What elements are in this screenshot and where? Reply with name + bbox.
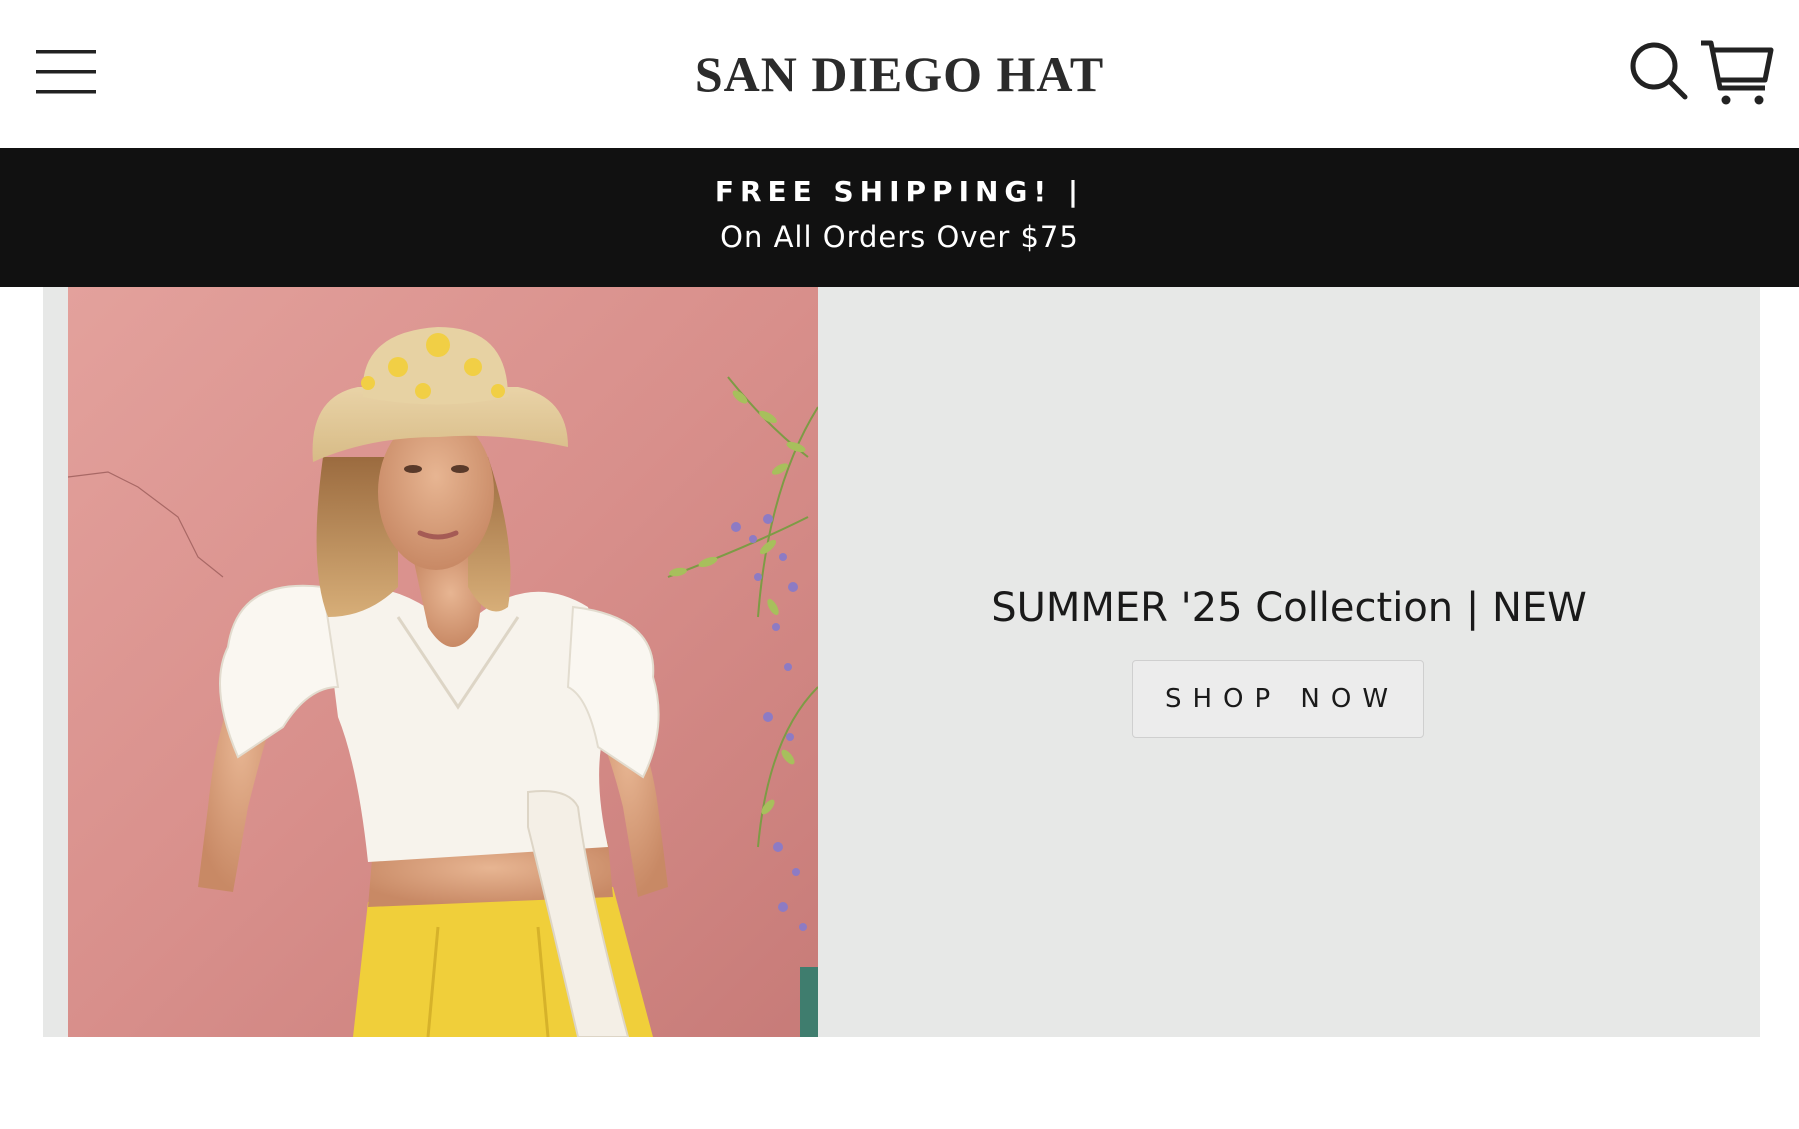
announcement-bar: FREE SHIPPING! | On All Orders Over $75 [0, 148, 1799, 287]
shop-now-button[interactable]: SHOP NOW [1132, 660, 1424, 738]
search-icon[interactable] [1628, 40, 1690, 102]
site-header: SAN DIEGO HAT [0, 0, 1799, 148]
hero-heading: SUMMER '25 Collection | NEW [991, 585, 1587, 631]
hero-banner: SUMMER '25 Collection | NEW SHOP NOW [43, 287, 1760, 1037]
announcement-subtitle: On All Orders Over $75 [720, 220, 1079, 254]
hero-photo-illustration [68, 287, 818, 1037]
announcement-title: FREE SHIPPING! | [714, 175, 1085, 208]
hero-photo[interactable] [68, 287, 818, 1037]
hero-text-panel: SUMMER '25 Collection | NEW SHOP NOW [818, 287, 1760, 1037]
page: SAN DIEGO HAT FREE SHIPPING! | On All Or… [0, 0, 1799, 1129]
cart-icon[interactable] [1697, 38, 1775, 108]
site-logo[interactable]: SAN DIEGO HAT [0, 44, 1799, 104]
